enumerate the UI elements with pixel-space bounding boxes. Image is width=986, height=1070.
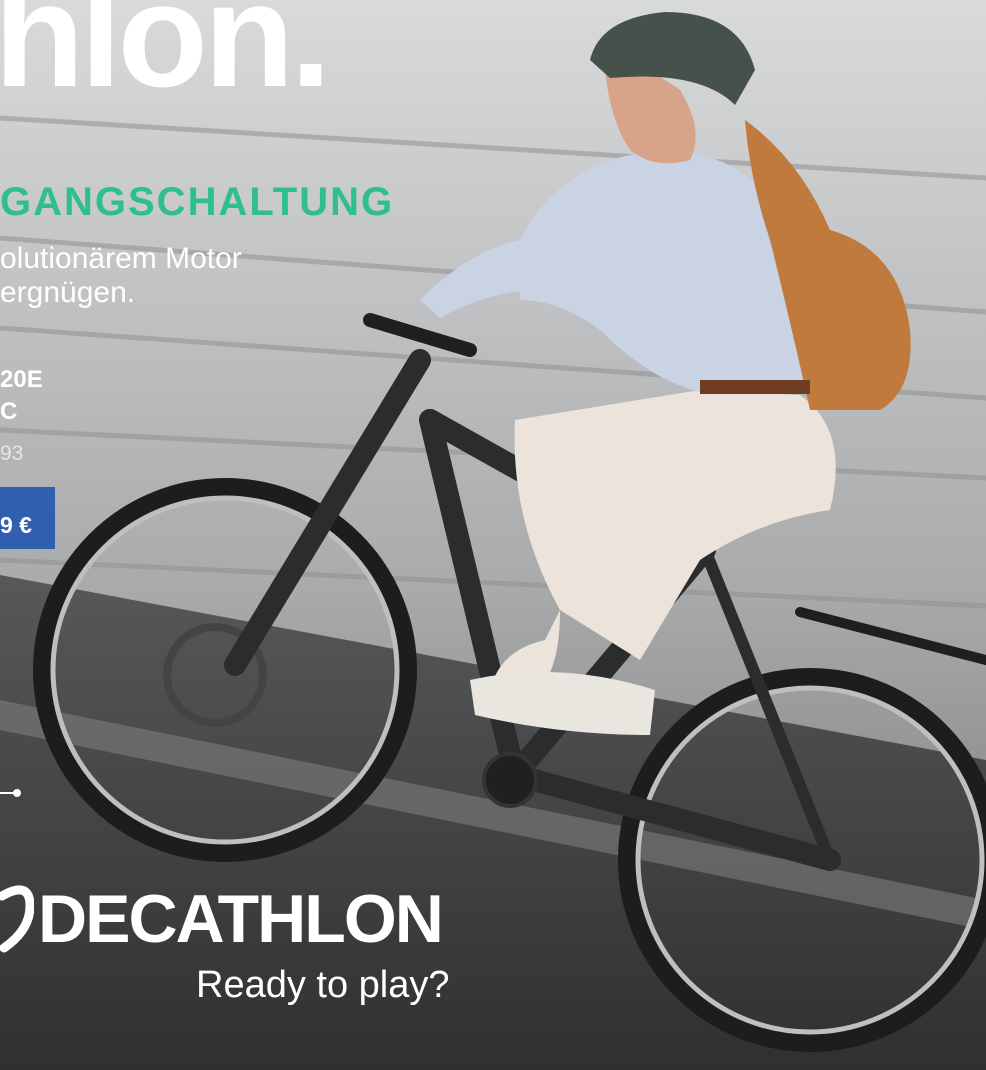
model-name-line-1: 20E <box>0 366 43 393</box>
product-reference: 93 <box>0 442 24 465</box>
headline: hlon. <box>0 0 331 118</box>
arrow-right-icon[interactable] <box>0 786 22 800</box>
brand-lockup[interactable]: DECATHLON <box>0 881 444 957</box>
feature-kicker: GANGSCHALTUNG <box>0 180 395 224</box>
model-name-line-2: C <box>0 398 18 425</box>
decathlon-logo-icon <box>0 885 34 953</box>
ad-banner: hlon. GANGSCHALTUNG olutionärem Motor er… <box>0 0 986 1070</box>
brand-wordmark: DECATHLON <box>38 881 444 957</box>
price-badge[interactable]: 9 € <box>0 487 55 549</box>
price-value: 9 € <box>0 512 32 538</box>
subline-1: olutionärem Motor <box>0 242 242 275</box>
subline-2: ergnügen. <box>0 276 136 309</box>
brand-slogan: Ready to play? <box>196 964 450 1006</box>
